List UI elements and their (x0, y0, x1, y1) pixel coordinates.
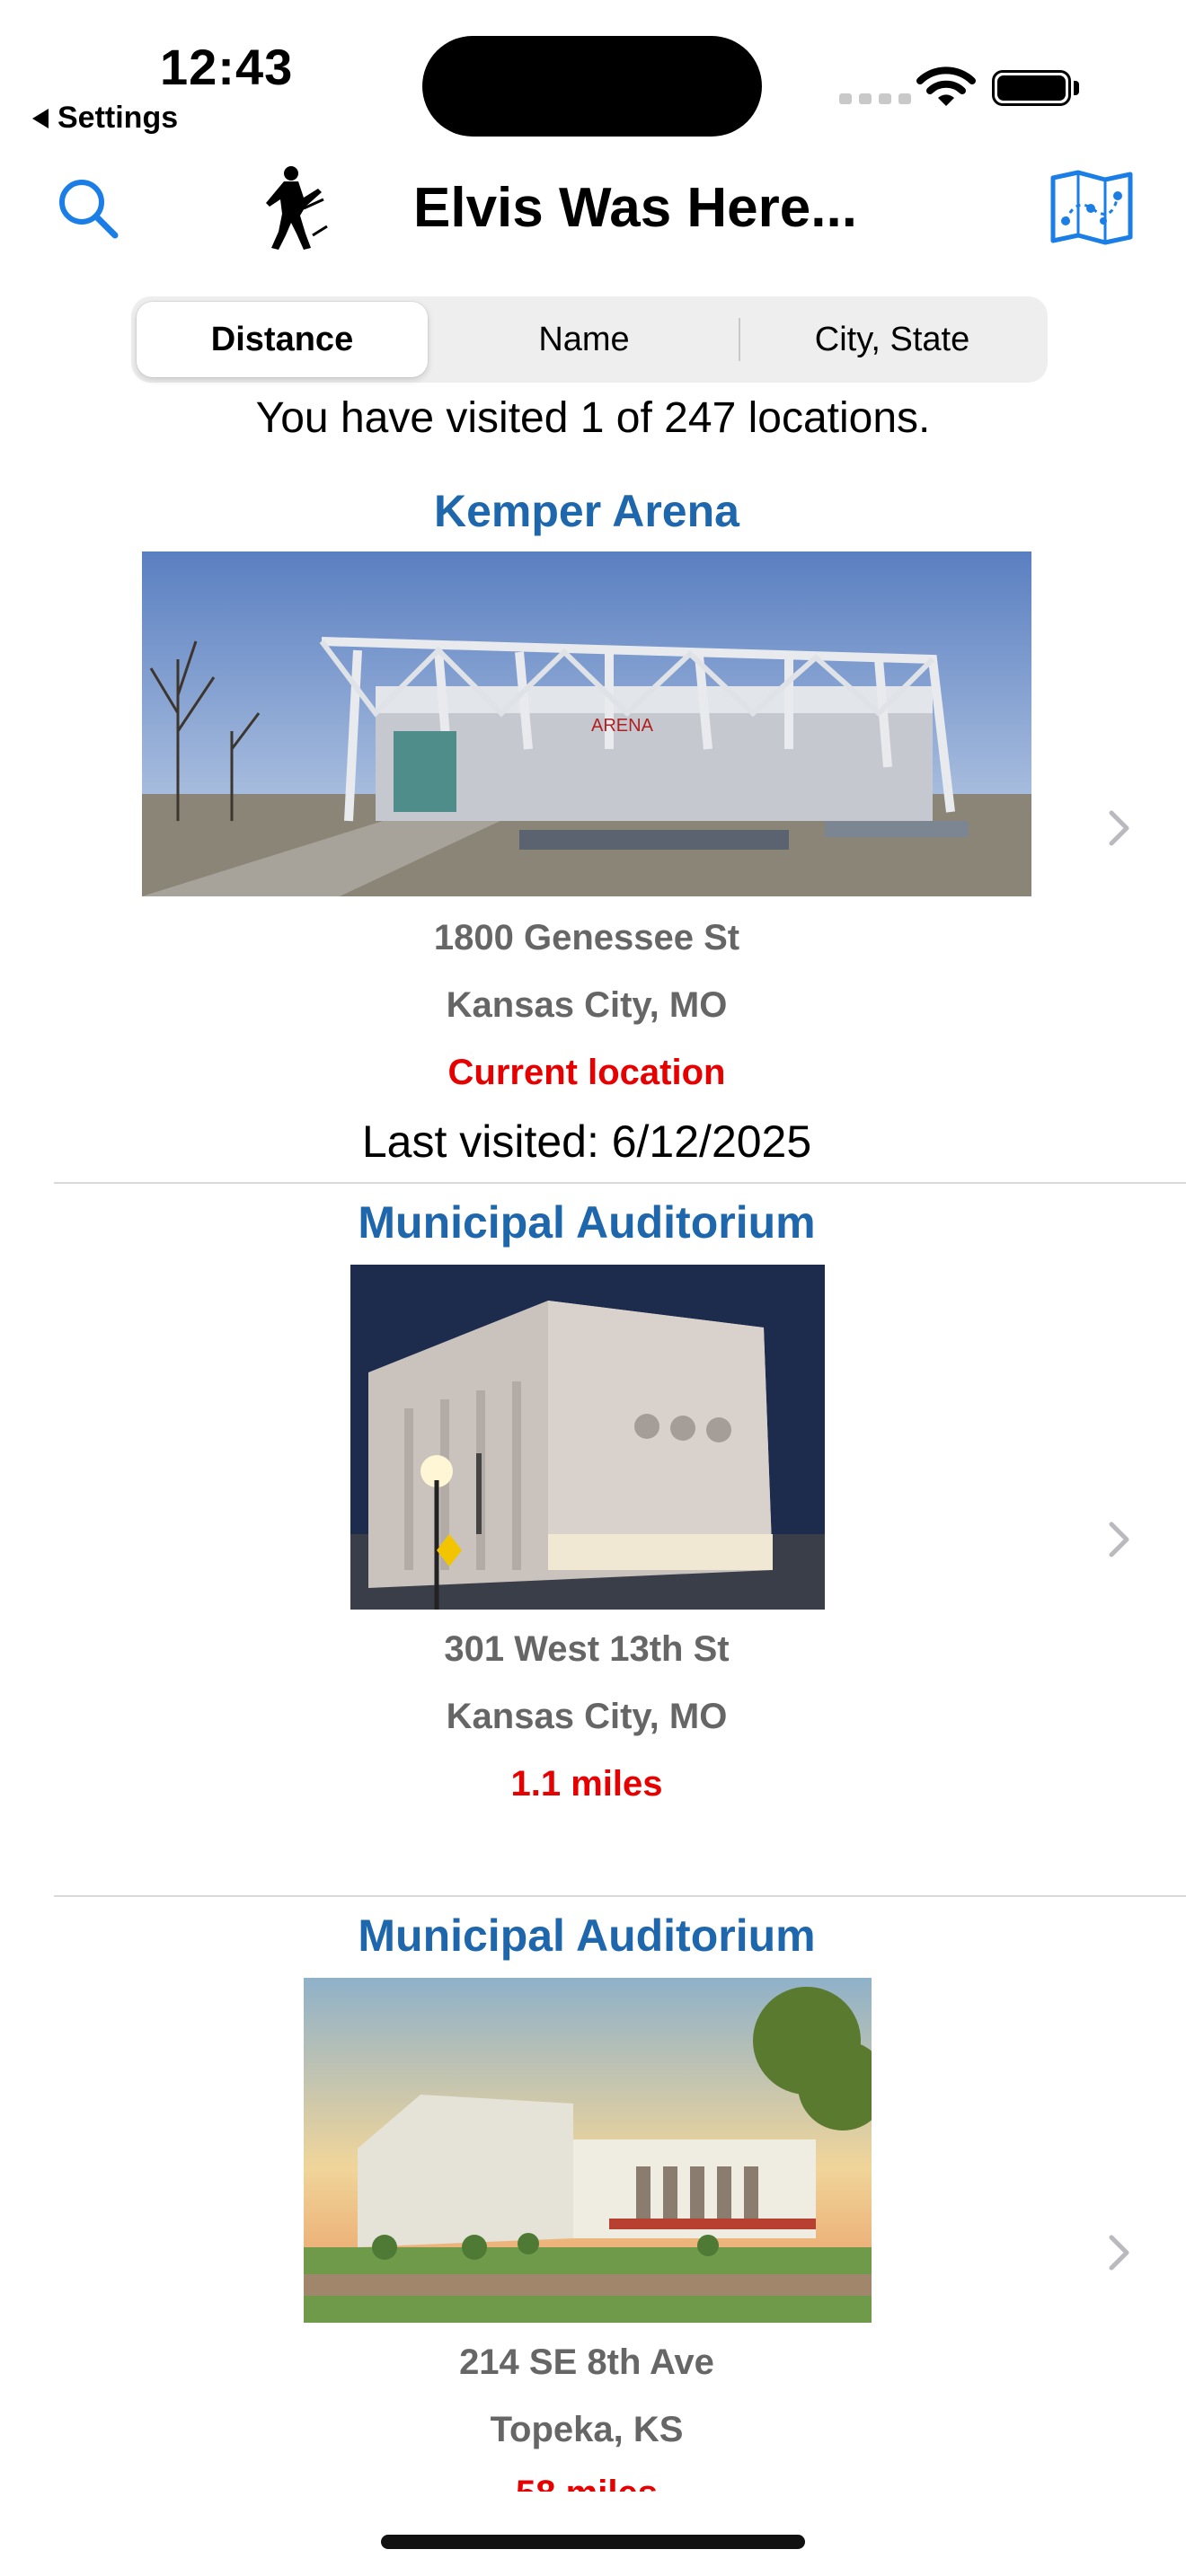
location-city-state: Topeka, KS (490, 2410, 684, 2449)
segment-distance[interactable]: Distance (137, 302, 428, 377)
page-title: Elvis Was Here... (413, 177, 857, 239)
map-icon[interactable] (1049, 169, 1134, 246)
battery-nub (1074, 81, 1079, 95)
location-row-kemper-arena[interactable]: Kemper Arena ARENA 1800 Genessee St Kans… (0, 476, 1186, 1182)
location-row-municipal-auditorium-topeka[interactable]: Municipal Auditorium 214 SE 8th Ave Tope… (0, 1901, 1186, 2492)
location-address: 1800 Genessee St (433, 918, 740, 957)
battery-icon (992, 70, 1071, 106)
status-time: 12:43 (160, 39, 294, 95)
chevron-right-icon (1109, 1522, 1129, 1557)
sort-segmented-control: Distance Name City, State (131, 296, 1048, 383)
location-name: Municipal Auditorium (358, 1910, 816, 1961)
row-separator (54, 1182, 1186, 1184)
chevron-right-icon (1109, 2235, 1129, 2271)
cellular-signal-icon (839, 93, 911, 104)
segment-divider (739, 318, 740, 361)
location-address: 301 West 13th St (444, 1629, 730, 1669)
last-visited-label: Last visited: 6/12/2025 (361, 1116, 812, 1167)
location-name: Kemper Arena (434, 486, 739, 536)
location-city-state: Kansas City, MO (446, 985, 728, 1025)
row-separator (54, 1895, 1186, 1897)
segment-city-state[interactable]: City, State (742, 302, 1042, 377)
location-photo: ARENA (142, 551, 1031, 896)
back-arrow-icon (32, 108, 49, 128)
back-to-settings-button[interactable]: Settings (32, 101, 178, 136)
location-city-state: Kansas City, MO (446, 1697, 728, 1736)
search-icon[interactable] (56, 176, 120, 241)
location-status: Current location (447, 1053, 726, 1092)
home-indicator (381, 2535, 805, 2549)
location-name: Municipal Auditorium (358, 1197, 816, 1248)
chevron-right-icon (1109, 810, 1129, 846)
location-distance: 58 miles (0, 2474, 1173, 2492)
svg-text:ARENA: ARENA (591, 716, 654, 736)
location-photo (304, 1978, 872, 2323)
back-label: Settings (58, 101, 179, 135)
location-address: 214 SE 8th Ave (459, 2342, 714, 2382)
visited-summary: You have visited 1 of 247 locations. (255, 394, 931, 442)
wifi-icon (916, 66, 976, 106)
dynamic-island (422, 36, 762, 137)
location-distance: 1.1 miles (510, 1764, 663, 1804)
location-photo (350, 1265, 825, 1610)
elvis-silhouette-icon (266, 166, 328, 250)
segment-name[interactable]: Name (431, 302, 737, 377)
location-row-municipal-auditorium-kc[interactable]: Municipal Auditorium 301 West 13th St Ka… (0, 1187, 1186, 1895)
